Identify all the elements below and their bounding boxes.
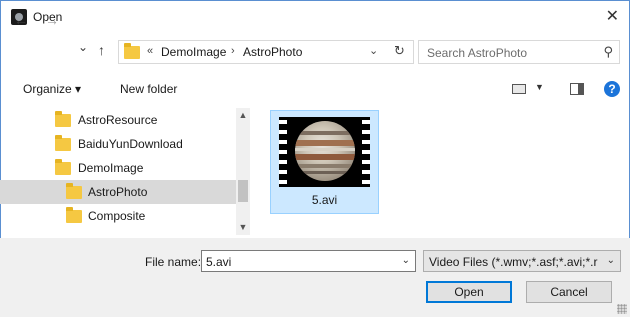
back-arrow-icon[interactable]: ← [14, 12, 28, 28]
file-name-input[interactable]: 5.avi ⌄ [201, 250, 416, 272]
breadcrumb-separator[interactable]: › [231, 45, 235, 57]
folder-icon [55, 135, 71, 151]
resize-grip-icon[interactable] [617, 304, 627, 314]
tree-item-label: Composite [88, 209, 146, 223]
film-strip-right [362, 117, 370, 187]
help-icon[interactable]: ? [604, 81, 620, 97]
folder-icon [124, 43, 140, 59]
search-box[interactable]: Search AstroPhoto ⚲ [418, 40, 620, 64]
file-name-label: File name: [145, 255, 202, 269]
tree-item-baiduyundownload[interactable]: BaiduYunDownload [0, 132, 236, 156]
tree-item-astrophoto[interactable]: AstroPhoto [0, 180, 236, 204]
address-dropdown-icon[interactable]: ⌄ [369, 44, 378, 57]
refresh-icon[interactable]: ↻ [394, 43, 405, 59]
forward-arrow-icon[interactable]: → [45, 12, 59, 28]
up-arrow-icon[interactable]: ↑ [98, 42, 105, 58]
tree-item-astroresource[interactable]: AstroResource [0, 108, 236, 132]
new-folder-button[interactable]: New folder [120, 82, 177, 96]
tree-scrollbar[interactable]: ▲ ▼ [236, 108, 250, 235]
organize-button[interactable]: Organize ▾ [23, 82, 81, 96]
film-strip-left [279, 117, 287, 187]
video-thumbnail-icon [279, 117, 370, 187]
preview-pane-icon[interactable] [570, 83, 584, 95]
file-name-label: 5.avi [311, 193, 338, 207]
scroll-up-icon[interactable]: ▲ [236, 110, 250, 120]
tree-item-label: AstroResource [78, 113, 158, 127]
view-dropdown-icon[interactable]: ▼ [535, 82, 544, 92]
folder-icon [66, 207, 82, 223]
breadcrumb-overflow[interactable]: « [147, 45, 153, 57]
breadcrumb-demoimage[interactable]: DemoImage [161, 45, 226, 59]
tree-item-label: AstroPhoto [88, 185, 148, 199]
file-name-value[interactable]: 5.avi [206, 255, 231, 269]
address-bar[interactable]: « DemoImage › AstroPhoto ⌄ ↻ [118, 40, 414, 64]
folder-icon [66, 183, 82, 199]
command-toolbar: Organize ▾ New folder ▼ ? [0, 78, 630, 102]
navigation-tree: AstroResource BaiduYunDownload DemoImage… [0, 108, 250, 235]
file-name-dropdown-icon[interactable]: ⌄ [402, 255, 410, 266]
search-input[interactable]: Search AstroPhoto [427, 46, 527, 60]
file-type-value[interactable]: Video Files (*.wmv;*.asf;*.avi;*.r [429, 255, 603, 269]
title-bar: Open ✕ [0, 0, 630, 32]
cancel-button[interactable]: Cancel [526, 281, 612, 303]
folder-icon [55, 159, 71, 175]
folder-icon [55, 111, 71, 127]
scroll-down-icon[interactable]: ▼ [236, 222, 250, 232]
scrollbar-thumb[interactable] [238, 180, 248, 202]
file-item-5-avi[interactable]: 5.avi [270, 110, 379, 214]
close-icon[interactable]: ✕ [606, 6, 619, 26]
tree-item-demoimage[interactable]: DemoImage [0, 156, 236, 180]
recent-locations-chevron-icon[interactable]: ⌄ [78, 40, 88, 54]
jupiter-image [295, 121, 355, 181]
file-type-dropdown-icon[interactable]: ⌄ [607, 255, 615, 266]
tree-item-composite[interactable]: Composite [0, 204, 236, 228]
file-type-select[interactable]: Video Files (*.wmv;*.asf;*.avi;*.r ⌄ [423, 250, 621, 272]
view-icon[interactable] [512, 84, 526, 94]
search-icon[interactable]: ⚲ [603, 44, 613, 60]
tree-item-label: DemoImage [78, 161, 144, 175]
tree-item-label: BaiduYunDownload [78, 137, 183, 151]
breadcrumb-astrophoto[interactable]: AstroPhoto [243, 45, 302, 59]
open-button[interactable]: Open [426, 281, 512, 303]
